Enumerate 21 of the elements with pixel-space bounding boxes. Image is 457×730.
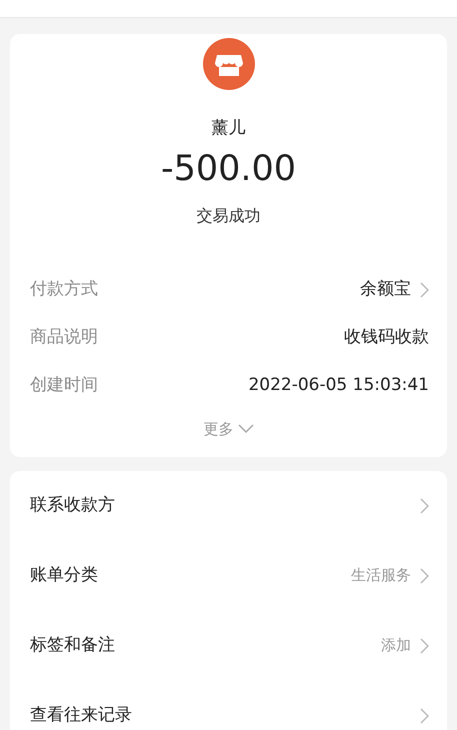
shop-icon (202, 38, 254, 90)
row-value: 生活服务 (351, 565, 411, 586)
row-label: 商品说明 (30, 326, 98, 350)
menu-row[interactable]: 查看往来记录 (10, 680, 447, 730)
caret-icon (238, 424, 254, 434)
row-label: 付款方式 (30, 278, 98, 302)
row-value: 收钱码收款 (344, 326, 429, 350)
payee-name: 薰儿 (212, 117, 246, 140)
row-label: 创建时间 (30, 374, 98, 398)
amount: -500.00 (160, 150, 296, 188)
row-value: 余额宝 (360, 278, 411, 302)
row-value: 添加 (381, 635, 411, 656)
menu-row[interactable]: 联系收款方 (10, 470, 447, 540)
transaction-status: 交易成功 (196, 205, 260, 227)
row-label: 账单分类 (30, 564, 98, 587)
menu-row[interactable]: 账单分类 生活服务 (10, 540, 447, 610)
row-label: 标签和备注 (30, 634, 115, 657)
row-label: 查看往来记录 (30, 704, 132, 727)
menu-row[interactable]: 标签和备注 添加 (10, 610, 447, 680)
row-value: 2022-06-05 15:03:41 (248, 374, 429, 398)
row-label: 联系收款方 (30, 494, 115, 517)
